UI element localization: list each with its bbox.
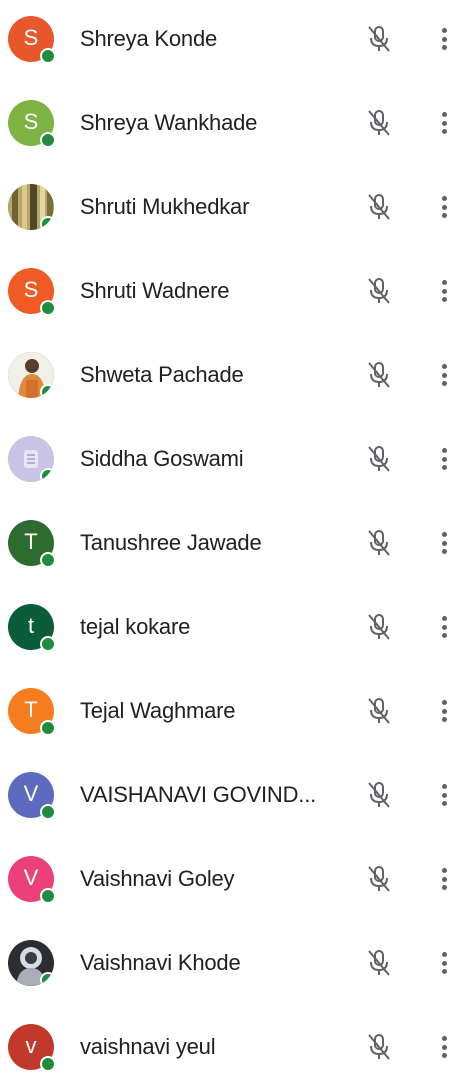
mic-off-icon[interactable] bbox=[366, 108, 392, 138]
online-status-dot bbox=[40, 888, 56, 904]
more-options-button[interactable] bbox=[436, 444, 452, 474]
avatar: t bbox=[8, 604, 56, 652]
avatar: T bbox=[8, 520, 56, 568]
avatar-initial: S bbox=[23, 109, 39, 134]
more-options-button[interactable] bbox=[436, 108, 452, 138]
avatar: V bbox=[8, 772, 56, 820]
more-options-button[interactable] bbox=[436, 612, 452, 642]
avatar: v bbox=[8, 1024, 56, 1072]
more-options-button[interactable] bbox=[436, 360, 452, 390]
participant-row[interactable]: T Tejal Waghmare bbox=[0, 672, 460, 756]
online-status-dot bbox=[40, 48, 56, 64]
more-options-button[interactable] bbox=[436, 864, 452, 894]
more-options-button[interactable] bbox=[436, 24, 452, 54]
participant-row[interactable]: S Shreya Konde bbox=[0, 0, 460, 84]
online-status-dot bbox=[40, 636, 56, 652]
more-options-button[interactable] bbox=[436, 192, 452, 222]
avatar-initial: T bbox=[24, 529, 38, 554]
mic-off-icon[interactable] bbox=[366, 192, 392, 222]
participant-row[interactable]: t tejal kokare bbox=[0, 588, 460, 672]
mic-off-icon[interactable] bbox=[366, 360, 392, 390]
participant-name: tejal kokare bbox=[80, 614, 191, 639]
avatar bbox=[8, 436, 54, 482]
avatar: T bbox=[8, 688, 56, 736]
more-options-button[interactable] bbox=[436, 1032, 452, 1062]
mic-off-icon[interactable] bbox=[366, 696, 392, 726]
online-status-dot bbox=[40, 552, 56, 568]
participant-name: Tanushree Jawade bbox=[80, 530, 262, 555]
mic-off-icon[interactable] bbox=[366, 528, 392, 558]
avatar bbox=[8, 940, 54, 986]
online-status-dot bbox=[40, 132, 56, 148]
participant-name: Vaishnavi Goley bbox=[80, 866, 235, 891]
avatar-initial: t bbox=[27, 613, 35, 638]
participant-row[interactable]: Vaishnavi Khode bbox=[0, 924, 460, 1008]
more-options-button[interactable] bbox=[436, 696, 452, 726]
avatar bbox=[8, 352, 54, 398]
online-status-dot bbox=[40, 1056, 56, 1072]
mic-off-icon[interactable] bbox=[366, 444, 392, 474]
mic-off-icon[interactable] bbox=[366, 780, 392, 810]
avatar bbox=[8, 184, 54, 230]
participant-row[interactable]: Shruti Mukhedkar bbox=[0, 168, 460, 252]
avatar-initial: S bbox=[23, 25, 39, 50]
avatar: S bbox=[8, 16, 56, 64]
participant-name: Shreya Wankhade bbox=[80, 110, 258, 135]
participant-row[interactable]: Shweta Pachade bbox=[0, 336, 460, 420]
online-status-dot bbox=[40, 804, 56, 820]
avatar-initial: T bbox=[24, 697, 38, 722]
participant-row[interactable]: S Shreya Wankhade bbox=[0, 84, 460, 168]
participant-row[interactable]: V VAISHANAVI GOVIND... bbox=[0, 756, 460, 840]
participant-row[interactable]: v vaishnavi yeul bbox=[0, 1008, 460, 1092]
online-status-dot bbox=[40, 972, 54, 986]
participant-name: VAISHANAVI GOVIND... bbox=[80, 782, 317, 807]
online-status-dot bbox=[40, 468, 54, 482]
avatar: S bbox=[8, 100, 56, 148]
participant-row[interactable]: Siddha Goswami bbox=[0, 420, 460, 504]
participant-name: Vaishnavi Khode bbox=[80, 950, 241, 975]
participant-row[interactable]: S Shruti Wadnere bbox=[0, 252, 460, 336]
avatar-initial: V bbox=[23, 865, 39, 890]
participant-name: Shweta Pachade bbox=[80, 362, 244, 387]
participant-name: Shruti Mukhedkar bbox=[80, 194, 250, 219]
mic-off-icon[interactable] bbox=[366, 864, 392, 894]
participants-list: S Shreya Konde S Shreya Wankhade Shruti … bbox=[0, 0, 460, 1074]
participant-row[interactable]: V Vaishnavi Goley bbox=[0, 840, 460, 924]
online-status-dot bbox=[40, 300, 56, 316]
participant-name: Tejal Waghmare bbox=[80, 698, 236, 723]
more-options-button[interactable] bbox=[436, 948, 452, 978]
more-options-button[interactable] bbox=[436, 780, 452, 810]
avatar-initial: S bbox=[23, 277, 39, 302]
participant-name: Siddha Goswami bbox=[80, 446, 244, 471]
avatar: S bbox=[8, 268, 56, 316]
online-status-dot bbox=[40, 216, 54, 230]
participant-name: vaishnavi yeul bbox=[80, 1034, 216, 1059]
mic-off-icon[interactable] bbox=[366, 276, 392, 306]
participant-name: Shreya Konde bbox=[80, 26, 218, 51]
mic-off-icon[interactable] bbox=[366, 948, 392, 978]
mic-off-icon[interactable] bbox=[366, 1032, 392, 1062]
online-status-dot bbox=[40, 720, 56, 736]
avatar-initial: v bbox=[25, 1033, 37, 1058]
avatar-initial: V bbox=[23, 781, 39, 806]
mic-off-icon[interactable] bbox=[366, 24, 392, 54]
participant-name: Shruti Wadnere bbox=[80, 278, 230, 303]
more-options-button[interactable] bbox=[436, 528, 452, 558]
mic-off-icon[interactable] bbox=[366, 612, 392, 642]
online-status-dot bbox=[40, 384, 54, 398]
more-options-button[interactable] bbox=[436, 276, 452, 306]
avatar: V bbox=[8, 856, 56, 904]
participant-row[interactable]: T Tanushree Jawade bbox=[0, 504, 460, 588]
